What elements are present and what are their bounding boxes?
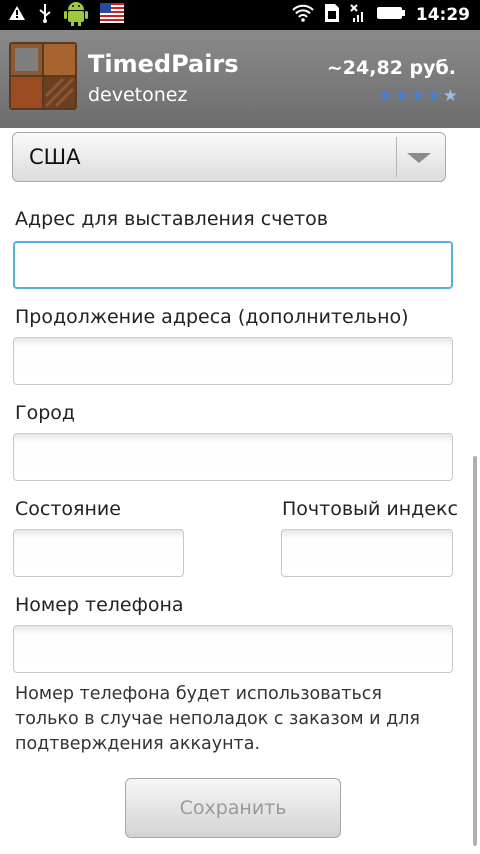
save-button[interactable]: Сохранить (125, 778, 341, 838)
app-developer: devetonez (88, 84, 188, 106)
app-price: ~24,82 руб. (326, 57, 456, 79)
scrollbar[interactable] (473, 456, 477, 846)
chevron-down-icon (407, 153, 431, 163)
phone-help-text: Номер телефона будет использоваться толь… (15, 684, 420, 754)
city-field[interactable] (13, 433, 476, 481)
app-header: TimedPairs devetonez ~24,82 руб. ★ ★ ★ ★… (0, 30, 480, 129)
state-input[interactable] (14, 530, 207, 576)
country-select[interactable]: США (12, 132, 446, 182)
clock: 14:29 (415, 5, 470, 25)
phone-field[interactable] (13, 625, 476, 673)
rating-stars: ★ ★ ★ ★ ★ (378, 88, 458, 105)
app-icon (9, 42, 77, 110)
usb-icon (38, 3, 52, 27)
battery-icon (376, 5, 406, 25)
star-icon: ★ (377, 86, 393, 106)
select-divider (396, 137, 397, 177)
address-continuation-label: Продолжение адреса (дополнительно) (15, 306, 409, 328)
billing-form: США Адрес для выставления счетов Продолж… (0, 128, 480, 854)
city-label: Город (15, 402, 76, 424)
us-flag-icon (100, 3, 124, 27)
status-bar: 14:29 (0, 0, 480, 30)
zip-field[interactable] (281, 529, 476, 577)
warning-icon (8, 5, 26, 25)
city-input[interactable] (14, 434, 476, 480)
no-signal-icon (350, 3, 366, 27)
android-debug-icon (64, 0, 88, 30)
country-value: США (29, 145, 81, 169)
address-continuation-field[interactable] (13, 337, 476, 385)
billing-address-label: Адрес для выставления счетов (15, 208, 328, 230)
billing-address-field[interactable] (13, 241, 475, 289)
state-field[interactable] (13, 529, 207, 577)
star-icon: ★ (410, 86, 426, 106)
half-star-icon: ★ (442, 86, 458, 106)
wifi-icon (292, 4, 314, 26)
state-label: Состояние (15, 498, 121, 520)
address-continuation-input[interactable] (14, 338, 476, 384)
phone-label: Номер телефона (15, 594, 184, 616)
star-icon: ★ (394, 86, 410, 106)
billing-address-input[interactable] (15, 243, 475, 287)
zip-input[interactable] (282, 530, 476, 576)
star-icon: ★ (426, 86, 442, 106)
phone-input[interactable] (14, 626, 476, 672)
sim-icon (324, 3, 340, 27)
zip-label: Почтовый индекс (282, 498, 458, 520)
app-title: TimedPairs (88, 50, 239, 78)
